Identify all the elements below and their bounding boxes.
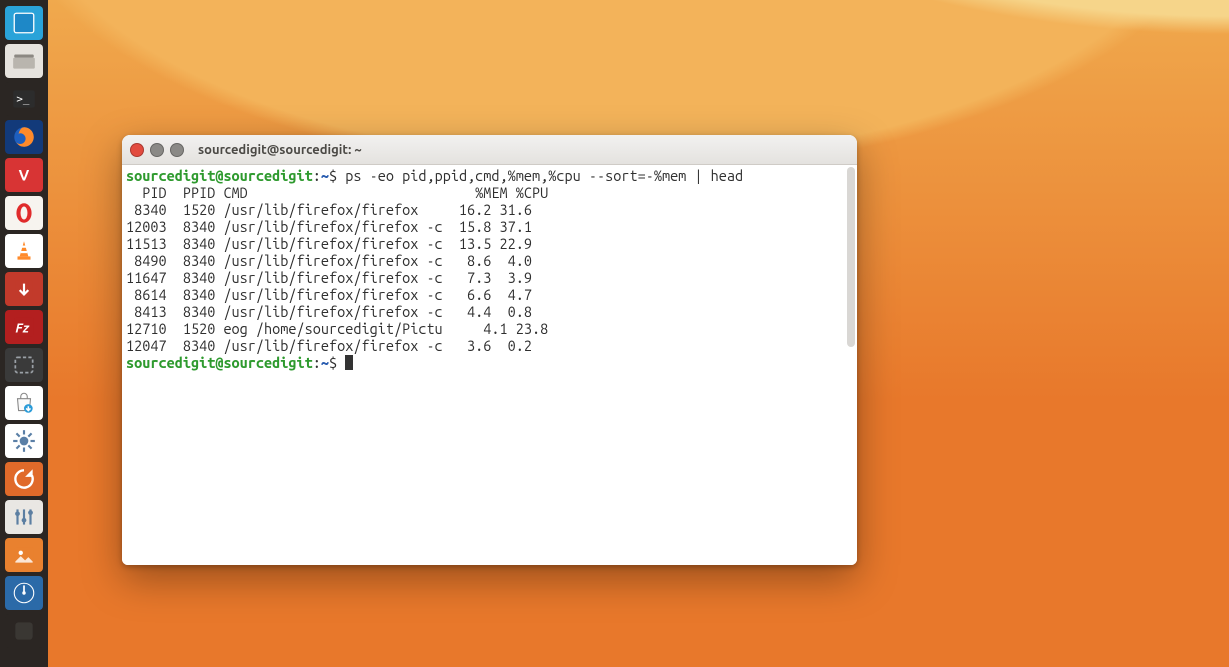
terminal-window[interactable]: sourcedigit@sourcedigit: ~ sourcedigit@s… xyxy=(122,135,857,565)
prompt-path: ~ xyxy=(321,167,329,184)
monitor-icon xyxy=(11,580,37,606)
generic-app-icon xyxy=(11,618,37,644)
files-icon xyxy=(11,48,37,74)
prompt-userhost: sourcedigit@sourcedigit xyxy=(126,354,313,371)
terminal-process-row: 11513 8340 /usr/lib/firefox/firefox -c 1… xyxy=(126,235,853,252)
terminal-viewport[interactable]: sourcedigit@sourcedigit:~$ ps -eo pid,pp… xyxy=(122,165,857,565)
launcher-image-viewer[interactable] xyxy=(5,538,43,572)
command-text: ps -eo pid,ppid,cmd,%mem,%cpu --sort=-%m… xyxy=(345,167,743,184)
prompt-sigil: $ xyxy=(329,167,345,184)
window-titlebar[interactable]: sourcedigit@sourcedigit: ~ xyxy=(122,135,857,165)
firefox-icon xyxy=(11,124,37,150)
screenshot-icon xyxy=(11,352,37,378)
terminal-process-row: 8614 8340 /usr/lib/firefox/firefox -c 6.… xyxy=(126,286,853,303)
launcher-show-desktop[interactable] xyxy=(5,6,43,40)
terminal-process-row: 12003 8340 /usr/lib/firefox/firefox -c 1… xyxy=(126,218,853,235)
terminal-process-row: 12047 8340 /usr/lib/firefox/firefox -c 3… xyxy=(126,337,853,354)
image-icon xyxy=(11,542,37,568)
terminal-process-row: 12710 1520 eog /home/sourcedigit/Pictu 4… xyxy=(126,320,853,337)
svg-text:Fz: Fz xyxy=(15,321,29,335)
launcher-firefox[interactable] xyxy=(5,120,43,154)
launcher-vivaldi[interactable]: V xyxy=(5,158,43,192)
transmission-icon xyxy=(11,276,37,302)
launcher-software-updater[interactable] xyxy=(5,462,43,496)
launcher-app[interactable] xyxy=(5,614,43,648)
prompt-sigil: $ xyxy=(329,354,345,371)
show-desktop-icon xyxy=(11,10,37,36)
tweaks-icon xyxy=(11,504,37,530)
terminal-scrollbar[interactable] xyxy=(847,167,855,347)
updater-icon xyxy=(11,466,37,492)
window-minimize-button[interactable] xyxy=(150,143,164,157)
terminal-process-row: 8340 1520 /usr/lib/firefox/firefox 16.2 … xyxy=(126,201,853,218)
launcher-terminal[interactable]: >_ xyxy=(5,82,43,116)
vivaldi-icon: V xyxy=(11,162,37,188)
svg-text:V: V xyxy=(19,166,30,183)
terminal-line: sourcedigit@sourcedigit:~$ ps -eo pid,pp… xyxy=(126,167,853,184)
prompt-userhost: sourcedigit@sourcedigit xyxy=(126,167,313,184)
window-close-button[interactable] xyxy=(130,143,144,157)
launcher-files[interactable] xyxy=(5,44,43,78)
prompt-sep: : xyxy=(313,167,321,184)
window-title: sourcedigit@sourcedigit: ~ xyxy=(198,143,362,157)
terminal-process-row: 8490 8340 /usr/lib/firefox/firefox -c 8.… xyxy=(126,252,853,269)
launcher-dock: >_ V Fz xyxy=(0,0,48,667)
terminal-process-row: 11647 8340 /usr/lib/firefox/firefox -c 7… xyxy=(126,269,853,286)
launcher-screenshot[interactable] xyxy=(5,348,43,382)
prompt-path: ~ xyxy=(321,354,329,371)
terminal-process-row: 8413 8340 /usr/lib/firefox/firefox -c 4.… xyxy=(126,303,853,320)
vlc-icon xyxy=(11,238,37,264)
launcher-vlc[interactable] xyxy=(5,234,43,268)
prompt-sep: : xyxy=(313,354,321,371)
launcher-filezilla[interactable]: Fz xyxy=(5,310,43,344)
launcher-tweaks[interactable] xyxy=(5,500,43,534)
opera-icon xyxy=(11,200,37,226)
filezilla-icon: Fz xyxy=(11,314,37,340)
svg-text:>_: >_ xyxy=(16,92,30,105)
window-maximize-button[interactable] xyxy=(170,143,184,157)
terminal-header-row: PID PPID CMD %MEM %CPU xyxy=(126,184,853,201)
launcher-software-center[interactable] xyxy=(5,386,43,420)
gear-icon xyxy=(11,428,37,454)
terminal-line: sourcedigit@sourcedigit:~$ xyxy=(126,354,853,371)
terminal-icon: >_ xyxy=(11,86,37,112)
terminal-cursor xyxy=(345,355,353,370)
launcher-opera[interactable] xyxy=(5,196,43,230)
launcher-system-monitor[interactable] xyxy=(5,576,43,610)
software-center-icon xyxy=(11,390,37,416)
launcher-settings[interactable] xyxy=(5,424,43,458)
launcher-transmission[interactable] xyxy=(5,272,43,306)
